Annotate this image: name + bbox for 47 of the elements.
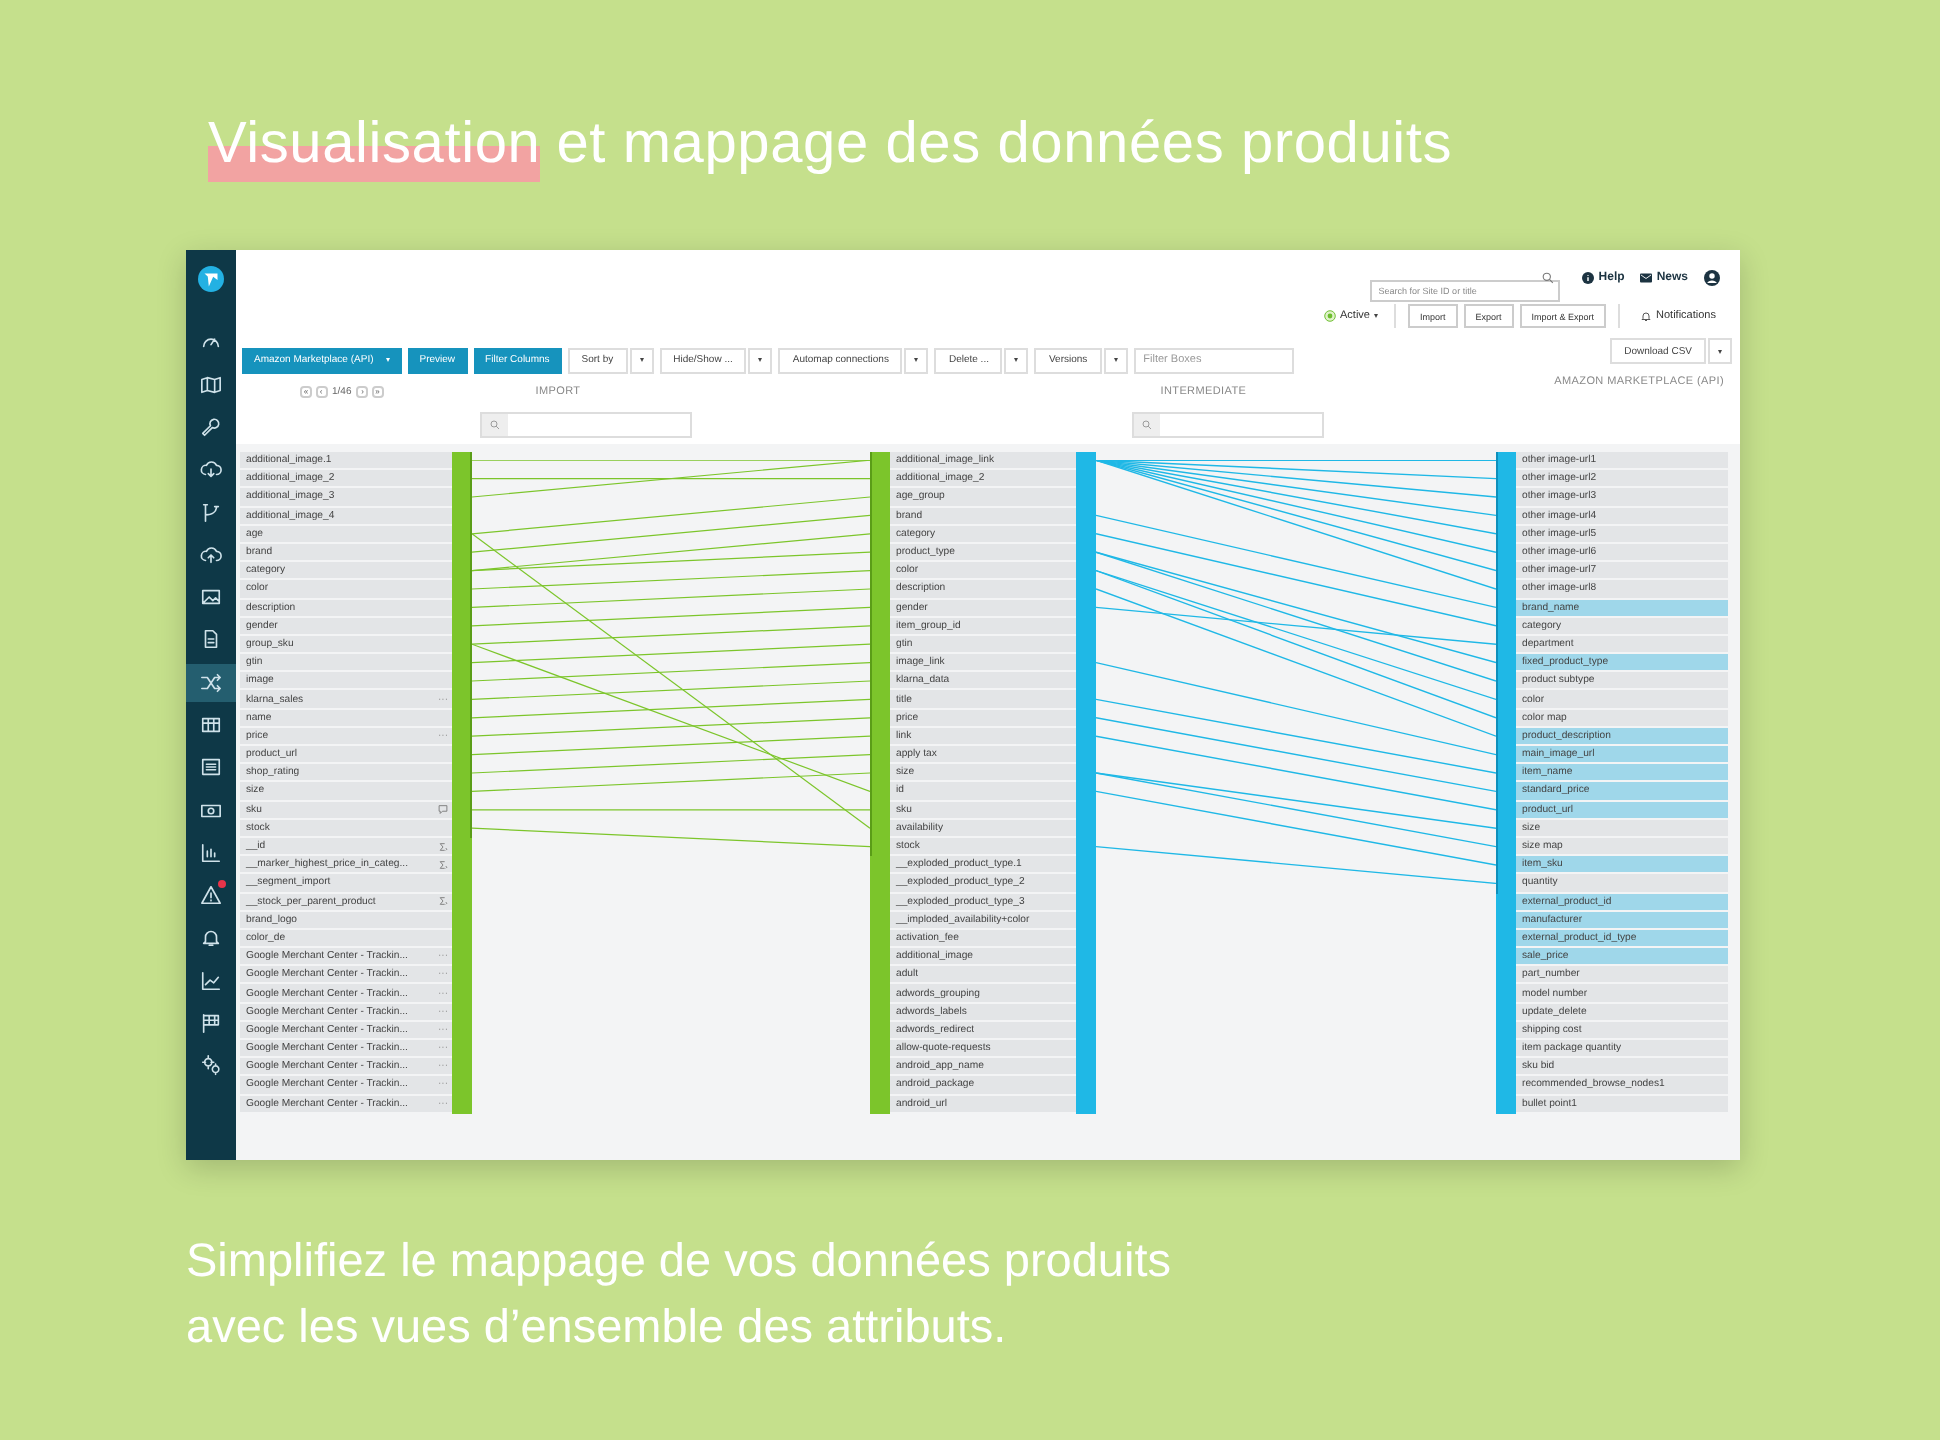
bar-chart-icon: [200, 841, 222, 864]
warning-icon: [200, 884, 222, 907]
image-icon: [200, 586, 222, 609]
search-icon: [1542, 272, 1555, 284]
cloud-download-icon: [200, 458, 222, 481]
dropdown-toggle[interactable]: [748, 347, 773, 373]
caption-text: Simplifiez le mappage de vos données produits: [186, 1232, 1173, 1290]
formula-icon[interactable]: [438, 896, 448, 907]
info-icon: [1582, 272, 1595, 284]
connector-port[interactable]: [870, 452, 890, 471]
cloud-upload-icon: [200, 543, 222, 566]
list-icon: [200, 756, 222, 779]
search-icon: [490, 420, 500, 430]
formula-icon[interactable]: [438, 859, 448, 870]
flag-icon: [200, 1011, 222, 1034]
dropdown-toggle[interactable]: [629, 347, 654, 373]
user-icon[interactable]: [1704, 270, 1720, 286]
dropdown-toggle[interactable]: [1004, 347, 1029, 373]
connector-port[interactable]: [452, 452, 472, 471]
dropdown-toggle[interactable]: [1103, 347, 1128, 373]
shuffle-icon: [200, 671, 222, 694]
dropdown-toggle[interactable]: [1708, 338, 1732, 364]
logo-icon: [198, 266, 224, 292]
wrench-icon: [200, 416, 222, 439]
banknote-icon: [200, 799, 222, 822]
line-chart-icon: [200, 969, 222, 992]
envelope-icon: [1640, 272, 1653, 284]
gears-icon: [200, 1054, 222, 1077]
comment-icon[interactable]: [438, 804, 448, 815]
caret-icon: [385, 358, 390, 362]
column-search-field[interactable]: [1132, 412, 1324, 438]
column-search-field[interactable]: [480, 412, 692, 438]
formula-icon[interactable]: [438, 841, 448, 852]
search-icon: [1142, 420, 1152, 430]
caret-icon: [1373, 314, 1378, 318]
sidebar-item[interactable]: [186, 663, 236, 702]
bell-icon: [200, 926, 222, 949]
bell-icon: [1640, 310, 1653, 322]
document-icon: [200, 628, 222, 651]
caption-text: avec les vues d’ensemble des attributs.: [186, 1298, 1009, 1356]
map-icon: [200, 373, 222, 396]
page-title: et mappage des données produits: [556, 112, 1453, 180]
branch-icon: [200, 501, 222, 524]
alert-dot: [218, 880, 226, 889]
connector-port[interactable]: [1496, 452, 1516, 471]
table-icon: [200, 714, 222, 737]
dropdown-toggle[interactable]: [904, 347, 929, 373]
